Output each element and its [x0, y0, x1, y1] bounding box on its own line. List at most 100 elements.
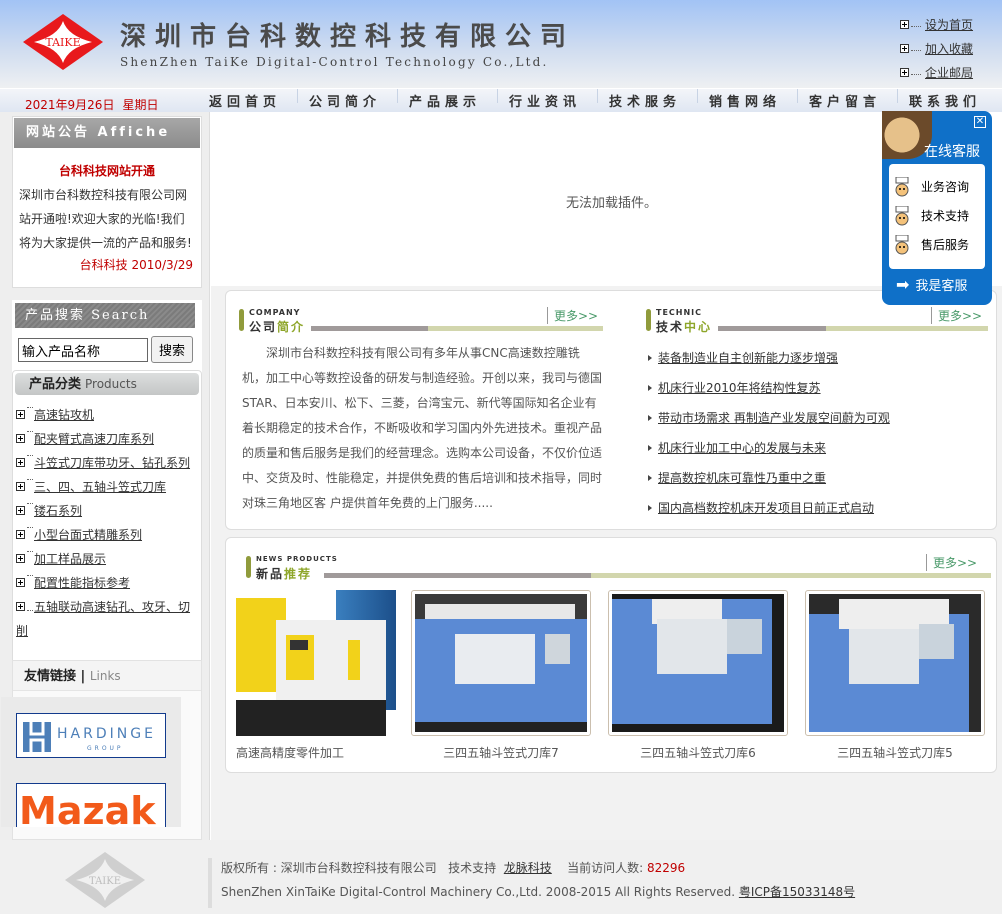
expand-icon — [16, 410, 25, 419]
service-sales[interactable]: 业务咨询 — [889, 172, 985, 201]
bullet-arrow-icon — [648, 385, 652, 391]
nav-contact[interactable]: 联系我们 — [895, 91, 995, 113]
news-item[interactable]: 机床行业加工中心的发展与未来 — [648, 433, 890, 463]
section-divider — [324, 573, 991, 578]
nav-sales[interactable]: 销售网络 — [695, 91, 795, 113]
product-card[interactable]: 高速高精度零件加工 — [236, 590, 416, 761]
category-item[interactable]: 高速钻攻机 — [16, 403, 199, 427]
category-item[interactable]: 五轴联动高速钻孔、攻牙、切削 — [16, 595, 199, 643]
new-products-panel: NEWS PRODUCTS 新品推荐 更多>> 高速高精度零件加工 三四五轴斗笠… — [225, 537, 997, 773]
category-item[interactable]: 配置性能指标参考 — [16, 571, 199, 595]
announcement-heading: 网站公告 Affiche — [14, 118, 200, 148]
product-card[interactable]: 三四五轴斗笠式刀库5 — [805, 590, 985, 761]
section-marker — [646, 309, 651, 331]
icp-license-link[interactable]: 粤ICP备15033148号 — [739, 885, 855, 899]
expand-icon — [900, 19, 909, 29]
company-more-link[interactable]: 更多>> — [547, 307, 598, 324]
bullet-arrow-icon — [648, 415, 652, 421]
product-image[interactable] — [805, 590, 985, 736]
category-item[interactable]: 小型台面式精雕系列 — [16, 523, 199, 547]
search-button[interactable]: 搜索 — [151, 336, 193, 363]
product-caption[interactable]: 三四五轴斗笠式刀库5 — [805, 744, 985, 761]
announcement-body: 深圳市台科数控科技有限公司网站开通啦!欢迎大家的光临!我们将为大家提供一流的产品… — [19, 188, 192, 250]
new-products-more-link[interactable]: 更多>> — [926, 554, 977, 571]
company-intro-text: 深圳市台科数控科技有限公司有多年从事CNC高速数控雕铣机，加工中心等数控设备的研… — [242, 346, 603, 510]
product-search-input[interactable] — [18, 338, 148, 362]
site-footer: TAIKE 版权所有 : 深圳市台科数控科技有限公司 技术支持 龙脉科技 当前访… — [0, 840, 1002, 914]
product-caption[interactable]: 高速高精度零件加工 — [236, 744, 416, 761]
service-tech-support[interactable]: 技术支持 — [889, 201, 985, 230]
set-homepage-link[interactable]: 设为首页 — [900, 12, 973, 36]
expand-icon — [900, 67, 909, 77]
links-heading: 友情链接 | Links — [13, 661, 201, 691]
svg-text:TAIKE: TAIKE — [45, 36, 80, 49]
category-item[interactable]: 斗笠式刀库带功牙、钻孔系列 — [16, 451, 199, 475]
flash-banner-placeholder: 无法加载插件。 — [211, 114, 891, 286]
news-item[interactable]: 国内高档数控机床开发项目日前正式启动 — [648, 493, 890, 523]
links-scroller: HARDINGE GROUP Mazak — [1, 697, 181, 827]
news-item[interactable]: 机床行业2010年将结构性复苏 — [648, 373, 890, 403]
news-item[interactable]: 提高数控机床可靠性乃重中之重 — [648, 463, 890, 493]
online-service-widget: ✕ 在线客服 业务咨询 技术支持 售后服务 ➡ 我是客服 — [882, 111, 992, 305]
support-company-link[interactable]: 龙脉科技 — [504, 861, 552, 875]
product-image[interactable] — [236, 590, 416, 736]
plugin-error-message: 无法加载插件。 — [566, 196, 658, 211]
add-favorite-link[interactable]: 加入收藏 — [900, 36, 973, 60]
product-caption[interactable]: 三四五轴斗笠式刀库6 — [608, 744, 788, 761]
left-sidebar: 网站公告 Affiche 台科科技网站开通 深圳市台科数控科技有限公司网站开通啦… — [0, 112, 210, 840]
nav-news[interactable]: 行业资讯 — [495, 91, 595, 113]
news-item[interactable]: 带动市场需求 再制造产业发展空间蔚为可观 — [648, 403, 890, 433]
bullet-arrow-icon — [648, 475, 652, 481]
footer-copyright: 版权所有 : 深圳市台科数控科技有限公司 技术支持 龙脉科技 当前访问人数: 8… — [221, 861, 686, 875]
svg-text:GROUP: GROUP — [87, 745, 124, 752]
taike-logo[interactable]: TAIKE — [20, 12, 106, 72]
expand-icon — [16, 506, 25, 515]
expand-icon — [16, 434, 25, 443]
service-after-sales[interactable]: 售后服务 — [889, 230, 985, 259]
category-item[interactable]: 三、四、五轴斗笠式刀库 — [16, 475, 199, 499]
categories-heading: 产品分类 Products — [15, 373, 199, 395]
nav-about[interactable]: 公司简介 — [295, 91, 395, 113]
footer-english: ShenZhen XinTaiKe Digital-Control Machin… — [221, 885, 856, 899]
arrow-right-icon: ➡ — [896, 275, 910, 294]
product-card[interactable]: 三四五轴斗笠式刀库6 — [608, 590, 788, 761]
bullet-arrow-icon — [648, 505, 652, 511]
announcement-box: 网站公告 Affiche 台科科技网站开通 深圳市台科数控科技有限公司网站开通啦… — [12, 116, 202, 288]
technic-more-link[interactable]: 更多>> — [931, 307, 982, 324]
company-title-cn: 深圳市台科数控科技有限公司 — [120, 22, 576, 52]
chef-agent-icon — [895, 205, 909, 225]
hardinge-logo-link[interactable]: HARDINGE GROUP — [16, 713, 166, 758]
chef-agent-icon — [895, 234, 909, 254]
close-icon[interactable]: ✕ — [974, 116, 986, 128]
nav-guestbook[interactable]: 客户留言 — [795, 91, 895, 113]
category-item[interactable]: 加工样品展示 — [16, 547, 199, 571]
product-caption[interactable]: 三四五轴斗笠式刀库7 — [411, 744, 591, 761]
product-image[interactable] — [411, 590, 591, 736]
section-divider — [311, 326, 603, 331]
corporate-mail-link[interactable]: 企业邮局 — [900, 60, 973, 84]
category-item[interactable]: 镂石系列 — [16, 499, 199, 523]
technic-news-list: 装备制造业自主创新能力逐步增强 机床行业2010年将结构性复苏 带动市场需求 再… — [648, 343, 890, 523]
expand-icon — [16, 482, 25, 491]
i-am-agent-link[interactable]: ➡ 我是客服 — [896, 275, 967, 294]
expand-icon — [16, 602, 25, 611]
taike-footer-logo: TAIKE — [65, 852, 145, 908]
nav-home[interactable]: 返回首页 — [195, 91, 295, 113]
expand-icon — [16, 578, 25, 587]
friend-links-box: 友情链接 | Links HARDINGE GROUP Mazak — [1, 660, 202, 840]
nav-service[interactable]: 技术服务 — [595, 91, 695, 113]
mazak-logo-link[interactable]: Mazak — [16, 783, 166, 827]
category-item[interactable]: 配夹臂式高速刀库系列 — [16, 427, 199, 451]
product-image[interactable] — [608, 590, 788, 736]
svg-text:TAIKE: TAIKE — [89, 876, 121, 887]
visitor-count: 82296 — [646, 861, 686, 875]
section-marker — [239, 309, 244, 331]
announcement-title: 台科科技网站开通 — [58, 164, 155, 178]
nav-products[interactable]: 产品展示 — [395, 91, 495, 113]
expand-icon — [900, 43, 909, 53]
section-divider — [718, 326, 988, 331]
expand-icon — [16, 530, 25, 539]
product-card[interactable]: 三四五轴斗笠式刀库7 — [411, 590, 591, 761]
announcement-signature: 台科科技 2010/3/29 — [79, 258, 193, 272]
news-item[interactable]: 装备制造业自主创新能力逐步增强 — [648, 343, 890, 373]
